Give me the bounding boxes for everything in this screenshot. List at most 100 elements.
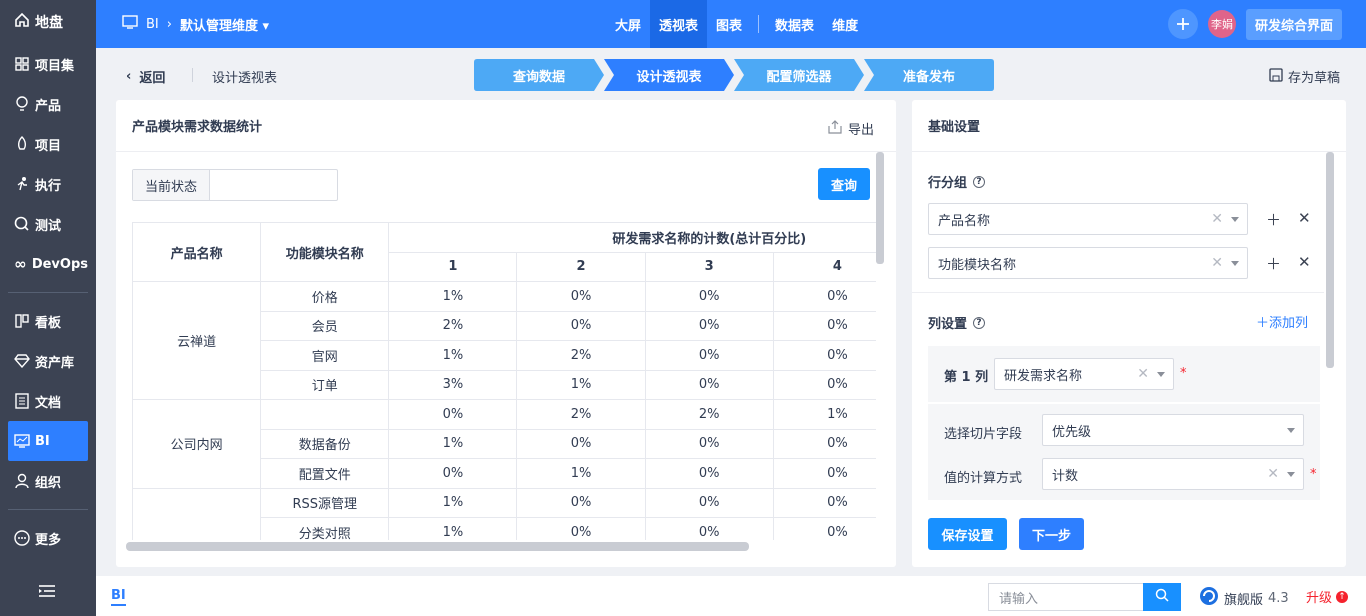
product-cell: 公司内网 [132,399,262,489]
remove-row-icon[interactable]: ✕ [1298,209,1311,227]
step-query-data[interactable]: 查询数据 [474,59,604,91]
value-cell: 0% [772,340,876,371]
sidebar-item-label: 地盘 [35,15,63,31]
value-cell: 0% [516,281,646,312]
header-col-1: 1 [388,251,518,282]
tab-screen[interactable]: 大屏 [606,0,650,48]
required-mark: * [1180,366,1187,381]
tab-datatable[interactable]: 数据表 [766,0,823,48]
help-icon[interactable]: ? [973,175,986,188]
remove-row-icon[interactable]: ✕ [1298,253,1311,271]
arrow-up-icon: ↑ [1336,590,1349,603]
back-button[interactable]: ‹ 返回 [126,67,165,86]
dimension-dropdown[interactable]: 默认管理维度 ▾ [180,15,269,34]
divider [912,292,1324,293]
sidebar-item-label: 产品 [35,98,62,114]
module-cell: 配置文件 [260,458,390,489]
sidebar-item-label: 测试 [35,218,62,234]
tab-chart[interactable]: 图表 [707,0,751,48]
sidebar-item-product[interactable]: 产品 [0,84,88,124]
header-col-2: 2 [516,251,646,282]
upgrade-button[interactable]: 升级 ↑ [1306,587,1349,606]
clear-icon[interactable]: ✕ [1267,466,1279,482]
footer-search-button[interactable] [1143,583,1181,611]
sidebar-item-label: 组织 [35,475,62,491]
help-icon[interactable]: ? [973,316,986,329]
step-publish[interactable]: 准备发布 [864,59,994,91]
required-mark: * [1310,467,1317,482]
sidebar-item-docs[interactable]: 文档 [0,381,88,421]
column-1-select[interactable]: 研发需求名称 ✕ [994,358,1174,390]
version-info: 旗舰版 4.3 [1199,586,1289,610]
column-1-options: 选择切片字段 优先级 值的计算方式 计数 ✕ * [928,404,1320,500]
row-field-select-1[interactable]: 产品名称 ✕ [928,203,1248,235]
add-column-button[interactable]: ＋添加列 [1256,312,1308,331]
sidebar-item-execution[interactable]: 执行 [0,164,88,204]
sidebar-item-devops[interactable]: ∞ DevOps [0,244,88,284]
module-cell: 数据备份 [260,428,390,459]
tab-pivot[interactable]: 透视表 [650,0,708,48]
step-config-filter[interactable]: 配置筛选器 [734,59,864,91]
add-row-icon[interactable]: ＋ [1266,209,1281,230]
value-cell: 0% [772,369,876,400]
sidebar-item-project[interactable]: 项目 [0,124,88,164]
save-draft-button[interactable]: 存为草稿 [1269,67,1340,86]
row-group-title: 行分组? [928,172,986,191]
row-field-select-2[interactable]: 功能模块名称 ✕ [928,247,1248,279]
next-step-button[interactable]: 下一步 [1019,518,1084,550]
sidebar-item-kanban[interactable]: 看板 [0,301,88,341]
sidebar-item-test[interactable]: 测试 [0,204,88,244]
module-cell: 订单 [260,369,390,400]
clear-icon[interactable]: ✕ [1211,211,1223,227]
value-cell: 1% [516,458,646,489]
pivot-panel: 产品模块需求数据统计 导出 当前状态 查询 产品名称 功能模块名称 研发需求名称… [116,100,896,567]
query-button[interactable]: 查询 [818,168,870,200]
footer-search-input[interactable]: 请输入 [988,583,1143,611]
sidebar-item-program[interactable]: 项目集 [0,44,88,84]
value-cell: 0% [644,517,774,540]
value-cell: 1% [388,340,518,371]
col-settings-title: 列设置? [928,313,986,332]
module-cell: RSS源管理 [260,487,390,518]
sidebar-item-org[interactable]: 组织 [0,461,88,501]
sidebar-item-label: 资产库 [35,355,75,371]
clear-icon[interactable]: ✕ [1137,366,1149,382]
value-cell: 2% [644,399,774,430]
sidebar-item-assets[interactable]: 资产库 [0,341,88,381]
export-icon [828,119,842,138]
horizontal-scrollbar[interactable] [126,542,749,551]
save-settings-button[interactable]: 保存设置 [928,518,1007,550]
page-title: 设计透视表 [212,71,278,86]
dev-interface-button[interactable]: 研发综合界面 [1245,8,1342,40]
footer-tab-bi[interactable]: BI [111,588,126,606]
tab-dimension[interactable]: 维度 [823,0,867,48]
sidebar-item-more[interactable]: 更多 [0,518,88,558]
add-row-icon[interactable]: ＋ [1266,253,1281,274]
run-icon [14,176,30,192]
kanban-icon [14,313,30,329]
sidebar-item-bi[interactable]: BI [8,421,88,461]
vertical-scrollbar[interactable] [876,152,884,264]
value-cell: 0% [516,428,646,459]
collapse-menu-icon[interactable] [38,584,56,602]
app-name[interactable]: BI [146,17,159,32]
status-filter-input[interactable] [210,170,337,200]
monitor-icon [14,433,30,449]
step-design-pivot[interactable]: 设计透视表 [604,59,734,91]
vertical-scrollbar[interactable] [1326,152,1334,368]
value-cell: 0% [644,369,774,400]
zentao-logo-icon [1199,586,1219,610]
value-cell: 0% [644,458,774,489]
clear-icon[interactable]: ✕ [1211,255,1223,271]
search-icon [14,216,30,232]
slice-field-select[interactable]: 优先级 [1042,414,1304,446]
module-cell: 分类对照 [260,517,390,540]
value-cell: 3% [388,369,518,400]
divider [192,68,193,82]
create-plus-icon[interactable] [1167,9,1198,39]
calc-method-select[interactable]: 计数 ✕ [1042,458,1304,490]
table-row: 公司内网 0% 2% 2% 1% [132,399,876,489]
sidebar-item-dashboard[interactable]: 地盘 [0,0,96,44]
export-button[interactable]: 导出 [828,119,874,138]
avatar[interactable]: 李娟 [1207,10,1236,38]
